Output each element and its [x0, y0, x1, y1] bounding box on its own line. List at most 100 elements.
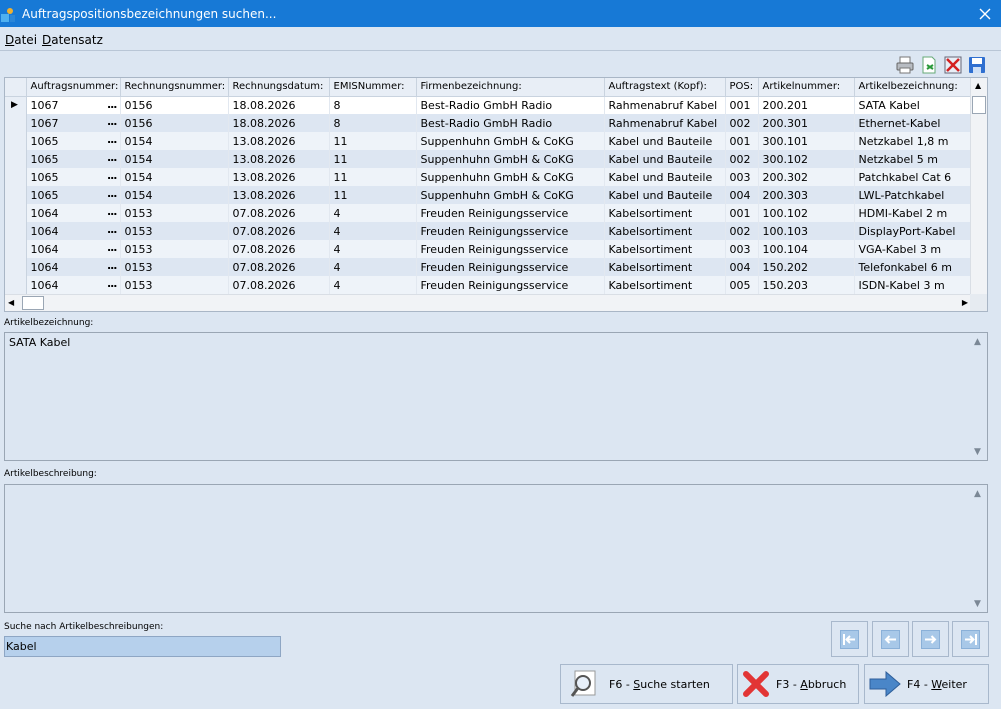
search-start-button[interactable]: F6 - Suche starten [560, 664, 733, 704]
cell-rechnungsnummer[interactable]: 0153 [120, 222, 229, 240]
artikelbezeichnung-field[interactable]: SATA Kabel ▲ ▼ [4, 332, 988, 461]
cell-firmenbezeichnung[interactable]: Freuden Reinigungsservice [416, 240, 605, 258]
cell-auftragsnummer[interactable]: 1067... [26, 114, 121, 132]
cell-artikelnummer[interactable]: 300.101 [758, 132, 855, 150]
menu-datei[interactable]: Datei [5, 33, 37, 47]
cell-auftragstext[interactable]: Kabel und Bauteile [604, 186, 726, 204]
row-indicator[interactable] [5, 276, 27, 294]
grid-vertical-scrollbar[interactable]: ▲ [970, 78, 987, 295]
scroll-down-arrow-icon[interactable]: ▼ [974, 447, 981, 457]
cancel-button[interactable]: F3 - Abbruch [737, 664, 859, 704]
cell-artikelbezeichnung[interactable]: Netzkabel 5 m [854, 150, 973, 168]
lookup-dots-button[interactable]: ... [107, 169, 118, 182]
col-header-rechnungsdatum[interactable]: Rechnungsdatum: [228, 78, 330, 97]
cell-firmenbezeichnung[interactable]: Suppenhuhn GmbH & CoKG [416, 186, 605, 204]
cell-emisnummer[interactable]: 4 [329, 240, 417, 258]
row-indicator[interactable] [5, 150, 27, 168]
cell-rechnungsdatum[interactable]: 07.08.2026 [228, 222, 330, 240]
cell-rechnungsdatum[interactable]: 13.08.2026 [228, 186, 330, 204]
cell-emisnummer[interactable]: 8 [329, 114, 417, 132]
cell-emisnummer[interactable]: 11 [329, 186, 417, 204]
cell-rechnungsdatum[interactable]: 13.08.2026 [228, 132, 330, 150]
grid-horizontal-scroll-thumb[interactable] [22, 296, 44, 310]
cell-auftragsnummer[interactable]: 1067... [26, 96, 121, 114]
cell-artikelbezeichnung[interactable]: DisplayPort-Kabel [854, 222, 973, 240]
cell-rechnungsnummer[interactable]: 0154 [120, 168, 229, 186]
cell-auftragstext[interactable]: Kabelsortiment [604, 258, 726, 276]
delete-button[interactable] [943, 55, 963, 75]
cell-emisnummer[interactable]: 4 [329, 204, 417, 222]
cell-auftragstext[interactable]: Kabelsortiment [604, 276, 726, 294]
cell-pos[interactable]: 005 [725, 276, 759, 294]
previous-record-button[interactable] [872, 621, 909, 657]
cell-auftragstext[interactable]: Kabel und Bauteile [604, 132, 726, 150]
cell-emisnummer[interactable]: 11 [329, 168, 417, 186]
next-record-button[interactable] [912, 621, 949, 657]
artikelbezeichnung-scrollbar[interactable]: ▲ ▼ [970, 333, 987, 460]
cell-artikelbezeichnung[interactable]: SATA Kabel [854, 96, 973, 114]
cell-firmenbezeichnung[interactable]: Suppenhuhn GmbH & CoKG [416, 168, 605, 186]
print-button[interactable] [895, 55, 915, 75]
close-button[interactable] [969, 0, 1001, 27]
cell-rechnungsnummer[interactable]: 0153 [120, 240, 229, 258]
lookup-dots-button[interactable]: ... [107, 115, 118, 128]
cell-artikelnummer[interactable]: 200.302 [758, 168, 855, 186]
cell-auftragstext[interactable]: Rahmenabruf Kabel [604, 96, 726, 114]
cell-rechnungsdatum[interactable]: 07.08.2026 [228, 276, 330, 294]
cell-artikelnummer[interactable]: 100.104 [758, 240, 855, 258]
table-row[interactable]: 1064... 0153 07.08.2026 4 Freuden Reinigungs… [5, 222, 973, 240]
row-indicator[interactable] [5, 222, 27, 240]
cell-pos[interactable]: 002 [725, 114, 759, 132]
cell-auftragsnummer[interactable]: 1064... [26, 276, 121, 294]
row-indicator[interactable] [5, 186, 27, 204]
cell-rechnungsdatum[interactable]: 07.08.2026 [228, 258, 330, 276]
cell-artikelnummer[interactable]: 300.102 [758, 150, 855, 168]
table-row[interactable]: 1065... 0154 13.08.2026 11 Suppenhuhn GmbH &… [5, 168, 973, 186]
export-button[interactable] [919, 55, 939, 75]
lookup-dots-button[interactable]: ... [107, 98, 118, 111]
row-indicator[interactable]: ▶ [5, 96, 27, 114]
cell-artikelbezeichnung[interactable]: Netzkabel 1,8 m [854, 132, 973, 150]
scroll-up-arrow-icon[interactable]: ▲ [975, 81, 981, 90]
cell-emisnummer[interactable]: 11 [329, 132, 417, 150]
cell-pos[interactable]: 003 [725, 168, 759, 186]
cell-pos[interactable]: 003 [725, 240, 759, 258]
artikelbeschreibung-field[interactable]: ▲ ▼ [4, 484, 988, 613]
table-row[interactable]: 1065... 0154 13.08.2026 11 Suppenhuhn GmbH &… [5, 132, 973, 150]
cell-pos[interactable]: 004 [725, 186, 759, 204]
cell-artikelnummer[interactable]: 100.102 [758, 204, 855, 222]
cell-rechnungsdatum[interactable]: 18.08.2026 [228, 114, 330, 132]
row-indicator[interactable] [5, 258, 27, 276]
last-record-button[interactable] [952, 621, 989, 657]
cell-firmenbezeichnung[interactable]: Freuden Reinigungsservice [416, 204, 605, 222]
table-row[interactable]: 1065... 0154 13.08.2026 11 Suppenhuhn GmbH &… [5, 150, 973, 168]
next-button[interactable]: F4 - Weiter [864, 664, 989, 704]
cell-artikelbezeichnung[interactable]: ISDN-Kabel 3 m [854, 276, 973, 294]
cell-auftragsnummer[interactable]: 1065... [26, 132, 121, 150]
search-input[interactable] [4, 636, 281, 657]
lookup-dots-button[interactable]: ... [107, 151, 118, 164]
cell-emisnummer[interactable]: 4 [329, 222, 417, 240]
col-header-artikelnummer[interactable]: Artikelnummer: [758, 78, 855, 97]
cell-firmenbezeichnung[interactable]: Freuden Reinigungsservice [416, 258, 605, 276]
cell-artikelbezeichnung[interactable]: VGA-Kabel 3 m [854, 240, 973, 258]
table-row[interactable]: 1064... 0153 07.08.2026 4 Freuden Reinigungs… [5, 276, 973, 294]
col-header-emisnummer[interactable]: EMISNummer: [329, 78, 417, 97]
cell-artikelnummer[interactable]: 150.203 [758, 276, 855, 294]
cell-auftragsnummer[interactable]: 1064... [26, 204, 121, 222]
cell-auftragsnummer[interactable]: 1065... [26, 186, 121, 204]
cell-auftragstext[interactable]: Kabelsortiment [604, 204, 726, 222]
cell-rechnungsnummer[interactable]: 0153 [120, 204, 229, 222]
cell-pos[interactable]: 001 [725, 132, 759, 150]
cell-emisnummer[interactable]: 4 [329, 276, 417, 294]
cell-artikelbezeichnung[interactable]: Patchkabel Cat 6 [854, 168, 973, 186]
cell-auftragstext[interactable]: Kabel und Bauteile [604, 168, 726, 186]
cell-rechnungsdatum[interactable]: 07.08.2026 [228, 240, 330, 258]
cell-auftragsnummer[interactable]: 1065... [26, 168, 121, 186]
cell-auftragstext[interactable]: Rahmenabruf Kabel [604, 114, 726, 132]
cell-firmenbezeichnung[interactable]: Suppenhuhn GmbH & CoKG [416, 150, 605, 168]
save-button[interactable] [967, 55, 987, 75]
cell-artikelbezeichnung[interactable]: Telefonkabel 6 m [854, 258, 973, 276]
col-header-artikelbezeichnung[interactable]: Artikelbezeichnung: [854, 78, 973, 97]
menu-datensatz[interactable]: Datensatz [42, 33, 103, 47]
